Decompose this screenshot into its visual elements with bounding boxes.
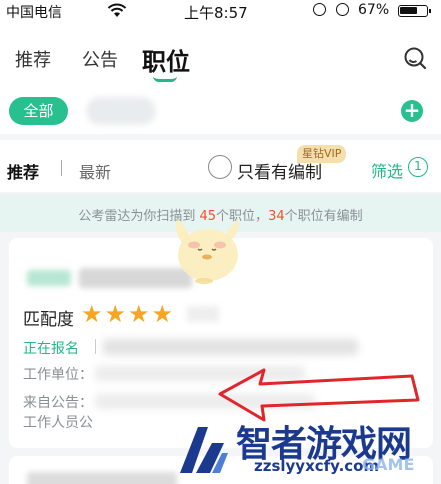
site-watermark: 智者游戏网 zzslyyxcfy.com GAME [166, 415, 441, 484]
sort-recommend[interactable]: 推荐 [7, 159, 39, 183]
tab-announcement[interactable]: 公告 [82, 46, 118, 72]
region-filter-row: 全部 + [0, 88, 441, 134]
carrier-label: 中国电信 [6, 5, 62, 21]
tab-recommend[interactable]: 推荐 [15, 46, 51, 72]
status-bar: 中国电信 上午8:57 67% [0, 0, 441, 22]
alarm-icon [336, 3, 349, 16]
wifi-icon [107, 3, 127, 17]
radar-staffed-count: 34 [268, 209, 285, 224]
filter-count-badge: 1 [408, 157, 428, 177]
source-label: 来自公告： [23, 395, 93, 411]
job-info-blurred [103, 339, 358, 355]
watermark-url: zzslyyxcfy.com [254, 457, 380, 475]
rotation-lock-icon [313, 3, 326, 16]
filter-button[interactable]: 筛选 [371, 158, 403, 182]
sort-row: 推荐 最新 只看有编制 星钻VIP 筛选 1 [0, 140, 441, 192]
staff-label: 工作人员公 [23, 415, 93, 431]
mascot-illustration [175, 219, 239, 284]
clock: 上午8:57 [184, 4, 248, 22]
match-label: 匹配度 [23, 310, 74, 330]
work-unit-label: 工作单位： [23, 367, 93, 383]
enroll-status: 正在报名 [23, 341, 79, 357]
add-region-button[interactable]: + [401, 100, 423, 122]
job-title-2-blurred [27, 472, 177, 484]
match-extra-blurred [187, 306, 219, 322]
battery-icon [398, 5, 431, 17]
info-divider [95, 339, 96, 354]
sort-divider [61, 160, 62, 176]
active-tab-indicator [153, 76, 177, 82]
all-chip[interactable]: 全部 [9, 97, 68, 125]
battery-percent: 67% [358, 2, 390, 18]
watermark-game: GAME [362, 455, 415, 474]
watermark-logo [180, 427, 228, 473]
only-staffed-radio[interactable] [208, 155, 232, 179]
tab-positions[interactable]: 职位 [142, 42, 190, 77]
region-chip[interactable] [86, 97, 156, 125]
radar-suffix: 个职位有编制 [284, 209, 363, 224]
top-nav: 推荐 公告 职位 [0, 22, 441, 88]
vip-badge: 星钻VIP [297, 145, 347, 163]
match-stars: ★★★★ [81, 300, 176, 328]
search-icon[interactable] [403, 46, 427, 70]
sort-latest[interactable]: 最新 [79, 159, 111, 183]
